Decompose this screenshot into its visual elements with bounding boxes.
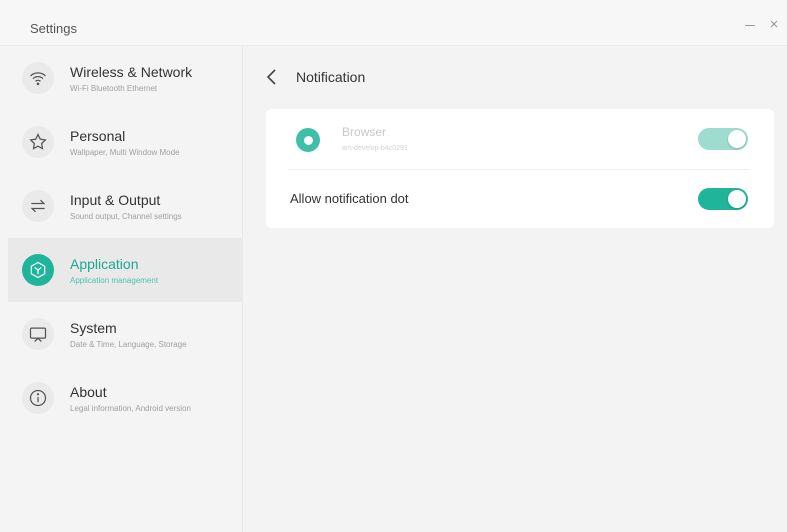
monitor-icon bbox=[22, 318, 54, 350]
swap-arrows-icon bbox=[22, 190, 54, 222]
window-title: Settings bbox=[30, 21, 77, 36]
back-button[interactable] bbox=[264, 67, 280, 87]
notification-settings-card: Browser am-develop-b4c0291 Allow notific… bbox=[266, 109, 774, 228]
sidebar-item-subtitle: Wallpaper, Multi Window Mode bbox=[70, 148, 180, 157]
app-package: am-develop-b4c0291 bbox=[342, 145, 408, 152]
sidebar-item-subtitle: Application management bbox=[70, 276, 159, 285]
app-name: Browser bbox=[342, 125, 387, 139]
page-title: Notification bbox=[296, 69, 366, 85]
sidebar: Wireless & Network Wi-Fi Bluetooth Ether… bbox=[0, 46, 243, 532]
sidebar-item-title: Wireless & Network bbox=[70, 64, 193, 80]
application-cube-icon bbox=[22, 254, 54, 286]
allow-notification-dot-toggle[interactable] bbox=[698, 188, 748, 210]
sidebar-item-title: Application bbox=[70, 256, 139, 272]
chevron-left-icon bbox=[266, 69, 276, 85]
sidebar-item-personal[interactable]: Personal Wallpaper, Multi Window Mode bbox=[8, 110, 243, 174]
allow-notification-dot-label: Allow notification dot bbox=[290, 191, 409, 206]
sidebar-item-wireless-network[interactable]: Wireless & Network Wi-Fi Bluetooth Ether… bbox=[8, 46, 243, 110]
close-button[interactable]: × bbox=[766, 17, 782, 33]
toggle-knob bbox=[728, 190, 746, 208]
main-panel: Notification Browser am-develop-b4c0291 … bbox=[244, 46, 787, 532]
sidebar-item-system[interactable]: System Date & Time, Language, Storage bbox=[8, 302, 243, 366]
sidebar-item-subtitle: Date & Time, Language, Storage bbox=[70, 340, 187, 349]
sidebar-item-subtitle: Wi-Fi Bluetooth Ethernet bbox=[70, 84, 158, 93]
browser-app-icon bbox=[296, 128, 320, 152]
toggle-knob bbox=[728, 130, 746, 148]
sidebar-item-input-output[interactable]: Input & Output Sound output, Channel set… bbox=[8, 174, 243, 238]
wifi-icon bbox=[22, 62, 54, 94]
sidebar-item-title: System bbox=[70, 320, 117, 336]
app-notification-toggle[interactable] bbox=[698, 128, 748, 150]
title-bar: Settings × bbox=[0, 0, 787, 46]
app-notification-row: Browser am-develop-b4c0291 bbox=[266, 109, 774, 169]
sidebar-item-title: Input & Output bbox=[70, 192, 161, 208]
sidebar-item-title: Personal bbox=[70, 128, 126, 144]
sidebar-item-subtitle: Legal information, Android version bbox=[70, 404, 191, 413]
minimize-button[interactable] bbox=[742, 17, 758, 33]
star-icon bbox=[22, 126, 54, 158]
sidebar-item-application[interactable]: Application Application management bbox=[8, 238, 243, 302]
info-icon bbox=[22, 382, 54, 414]
allow-notification-dot-row[interactable]: Allow notification dot bbox=[266, 170, 774, 228]
sidebar-item-title: About bbox=[70, 384, 107, 400]
sidebar-item-about[interactable]: About Legal information, Android version bbox=[8, 366, 243, 430]
sidebar-item-subtitle: Sound output, Channel settings bbox=[70, 212, 182, 221]
